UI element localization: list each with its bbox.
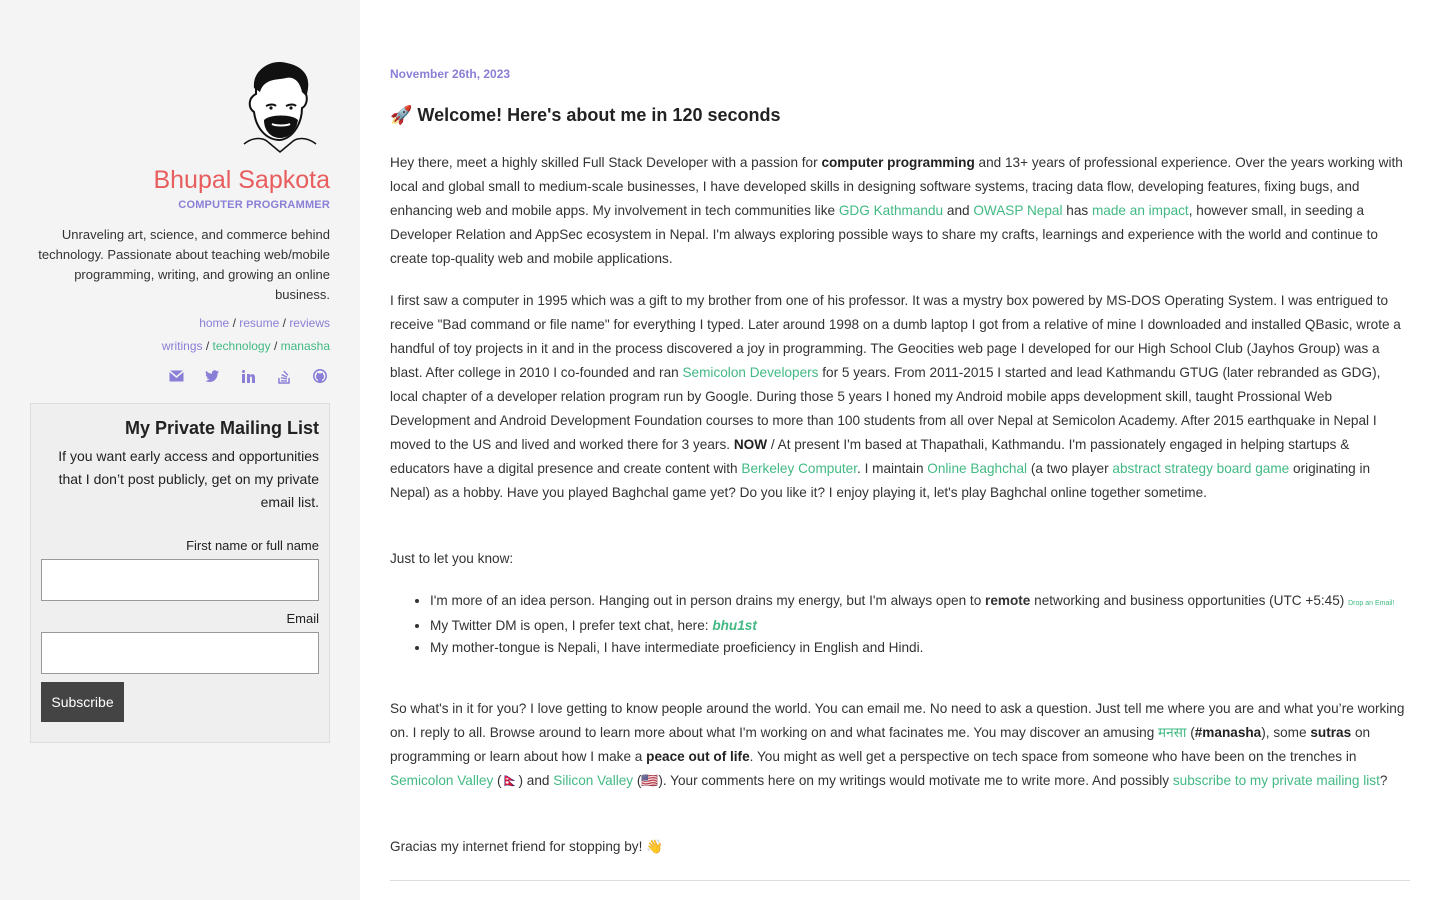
nav-manasha-link[interactable]: manasha (281, 339, 330, 353)
nav-separator: / (282, 316, 286, 330)
text-bold: computer programming (821, 155, 975, 170)
text: ( (1186, 725, 1195, 740)
mailing-list-title: My Private Mailing List (124, 418, 319, 438)
nav-technology-link[interactable]: technology (213, 339, 271, 353)
post-date: November 26th, 2023 (390, 67, 511, 81)
first-name-input[interactable] (41, 559, 319, 601)
stackoverflow-icon[interactable] (274, 367, 294, 385)
email-input[interactable] (41, 632, 319, 674)
nav-separator: / (232, 316, 236, 330)
first-name-label: First name or full name (186, 538, 319, 553)
divider (390, 880, 1410, 881)
text: . You might as well get a perspective on… (749, 749, 1357, 764)
envelope-icon[interactable] (166, 367, 186, 385)
github-icon[interactable] (310, 367, 330, 385)
twitter-handle-link[interactable]: bhu1st (712, 618, 757, 633)
text: has (1062, 203, 1092, 218)
text: ? (1379, 773, 1388, 788)
text: ), some (1261, 725, 1311, 740)
author-avatar[interactable] (234, 58, 322, 154)
sidebar-nav-primary: home / resume / reviews (199, 316, 330, 330)
nav-writings-link[interactable]: writings (162, 339, 203, 353)
email-label: Email (286, 611, 319, 626)
social-links (166, 367, 330, 385)
author-role: COMPUTER PROGRAMMER (178, 199, 330, 211)
closing-paragraph: Gracias my internet friend for stopping … (390, 839, 664, 854)
silicon-valley-link[interactable]: Silicon Valley (553, 773, 633, 788)
list-item: My mother-tongue is Nepali, I have inter… (430, 637, 1410, 659)
page-title: 🚀 Welcome! Here's about me in 120 second… (390, 105, 781, 125)
nav-separator: / (205, 339, 210, 353)
text-bold: sutras (1310, 725, 1352, 740)
text-bold: #manasha (1194, 725, 1262, 740)
nav-separator: / (273, 339, 278, 353)
nav-reviews-link[interactable]: reviews (289, 316, 330, 330)
whats-in-it-paragraph: So what's in it for you? I love getting … (390, 697, 1410, 793)
text: (🇺🇸). Your comments here on my writings … (633, 773, 1173, 788)
nav-home-link[interactable]: home (199, 316, 229, 330)
sidebar-nav-secondary: writings / technology / manasha (162, 339, 330, 353)
manasha-link[interactable]: मनसा (1158, 725, 1186, 740)
online-baghchal-link[interactable]: Online Baghchal (927, 461, 1027, 476)
owasp-nepal-link[interactable]: OWASP Nepal (973, 203, 1062, 218)
text: (🇳🇵) and (493, 773, 554, 788)
mailing-list-description: If you want early access and opportuniti… (58, 448, 319, 510)
text-bold: NOW (733, 437, 768, 452)
text-bold: remote (985, 593, 1031, 608)
list-item: My Twitter DM is open, I prefer text cha… (430, 615, 1410, 637)
abstract-strategy-link[interactable]: abstract strategy board game (1112, 461, 1289, 476)
facts-list: I'm more of an idea person. Hanging out … (430, 590, 1410, 659)
text: I'm more of an idea person. Hanging out … (430, 593, 986, 608)
text: networking and business opportunities (U… (1030, 593, 1349, 608)
author-name[interactable]: Bhupal Sapkota (153, 166, 330, 195)
text: . I maintain (857, 461, 928, 476)
text: (a two player (1027, 461, 1113, 476)
subscribe-button[interactable]: Subscribe (41, 682, 124, 722)
drop-email-link[interactable]: Drop an Email! (1348, 600, 1394, 607)
made-an-impact-link[interactable]: made an impact (1092, 203, 1189, 218)
history-paragraph: I first saw a computer in 1995 which was… (390, 289, 1410, 505)
nav-resume-link[interactable]: resume (239, 316, 279, 330)
gdg-kathmandu-link[interactable]: GDG Kathmandu (839, 203, 943, 218)
semicolon-developers-link[interactable]: Semicolon Developers (682, 365, 818, 380)
text-bold: peace out of life (646, 749, 750, 764)
subscribe-mailing-list-link[interactable]: subscribe to my private mailing list (1173, 773, 1380, 788)
sidebar: Bhupal Sapkota COMPUTER PROGRAMMER Unrav… (0, 0, 360, 900)
twitter-icon[interactable] (202, 367, 222, 385)
linkedin-icon[interactable] (238, 367, 258, 385)
list-item: I'm more of an idea person. Hanging out … (430, 590, 1410, 615)
mailing-list-box: My Private Mailing List If you want earl… (30, 403, 330, 743)
text: and (943, 203, 974, 218)
author-bio: Unraveling art, science, and commerce be… (38, 227, 330, 302)
semicolon-valley-link[interactable]: Semicolon Valley (390, 773, 493, 788)
list-intro: Just to let you know: (390, 551, 514, 566)
intro-paragraph: Hey there, meet a highly skilled Full St… (390, 151, 1410, 271)
text: My Twitter DM is open, I prefer text cha… (430, 618, 713, 633)
text: Hey there, meet a highly skilled Full St… (390, 155, 822, 170)
berkeley-computer-link[interactable]: Berkeley Computer (741, 461, 857, 476)
